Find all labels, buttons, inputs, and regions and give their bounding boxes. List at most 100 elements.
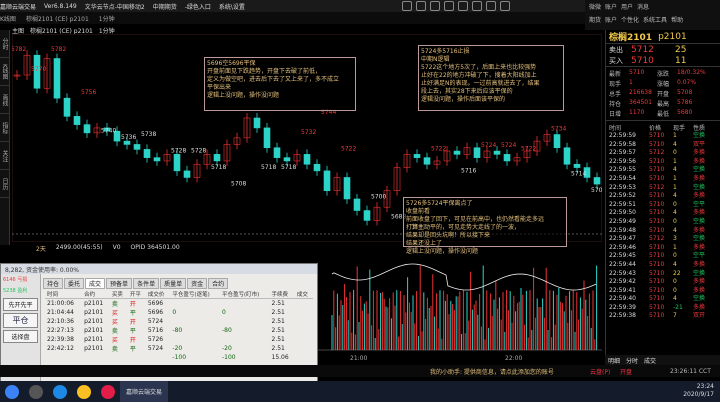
table-row[interactable]: 21:04:44 p2101 买 平 5696 0 0 2.51 — [45, 308, 313, 317]
candle-body — [323, 170, 331, 191]
select-board-button[interactable]: 选择盘 — [3, 330, 38, 343]
app-icon[interactable] — [101, 384, 115, 399]
vtab-calendar[interactable]: 日历 — [0, 170, 9, 198]
note-trade-1[interactable]: 5696空5696平保 开盘前面见下跌趋势，开盘下去破了前低， 定义为做空吧，进… — [204, 57, 356, 111]
tick-cell: 0 — [673, 286, 677, 294]
menu-help[interactable]: 帮助 — [671, 15, 683, 24]
menu-entry[interactable]: -绿色入口 — [185, 2, 211, 11]
table-row[interactable]: 22:10:36 p2101 买 开 5724 2.51 — [45, 317, 313, 326]
table-cell: 5696 — [147, 309, 164, 316]
fills-col-header[interactable]: 手续费 — [269, 290, 295, 299]
fills-col-header[interactable]: 合约 — [82, 290, 110, 299]
menu-user[interactable]: 用户 — [621, 2, 633, 11]
note-trade-2[interactable]: 5724多5716止损 中期N逻辑 5722这个地方5次了，后面上来也比较强势 … — [418, 45, 564, 111]
arrow-tool-icon[interactable] — [458, 1, 468, 11]
fills-col-header[interactable]: 开平 — [127, 290, 146, 299]
taskbar-active-app[interactable]: 嘉顺云端交易 — [120, 381, 169, 402]
table-cell: p2101 — [84, 300, 104, 307]
tab-fills[interactable]: 成交 — [85, 278, 106, 289]
tab-orders[interactable]: 委托 — [64, 278, 85, 289]
candle-body — [453, 150, 461, 155]
tab-detail[interactable]: 明细 — [608, 356, 620, 365]
vtab-timeshare[interactable]: 分时 — [0, 30, 9, 58]
table-row[interactable]: 22:42:12 p2101 卖 平 5724 -20 -20 2.51 — [45, 344, 313, 353]
lock-tool-icon[interactable] — [500, 1, 510, 11]
table-cell — [295, 344, 313, 353]
tab-timeshare[interactable]: 分时 — [626, 356, 638, 365]
tick-cell: -21 — [673, 303, 683, 311]
tick-cell: 空换 — [693, 235, 706, 243]
menu-account2[interactable]: 账户 — [605, 15, 617, 24]
text-tool-icon[interactable] — [444, 1, 454, 11]
circle-tool-icon[interactable] — [430, 1, 440, 11]
fills-col-header[interactable]: 成交价 — [145, 290, 171, 299]
tab-quality[interactable]: 质量单 — [160, 278, 187, 289]
chart-info-bar: 2天 2499.00(45:55) V0 OPID 364501.00 — [36, 244, 180, 253]
tick-cell: 4 — [673, 140, 677, 148]
fills-col-header[interactable]: 时间 — [45, 290, 83, 299]
tab-contracts[interactable]: 合约 — [208, 278, 229, 289]
os-taskbar: 嘉顺云端交易 23:24 2020/9/17 — [0, 381, 720, 402]
vtab-draw[interactable]: 画线 — [0, 86, 9, 114]
folder-icon[interactable] — [77, 384, 91, 399]
menu-tools[interactable]: 系统工具 — [643, 15, 667, 24]
tab-prepare[interactable]: 预备单 — [106, 278, 133, 289]
fib-tool-icon[interactable] — [472, 1, 482, 11]
menu-weiwei[interactable]: 微微 — [589, 2, 601, 11]
vtab-indicator[interactable]: 指标 — [0, 114, 9, 142]
table-cell: 开 — [129, 301, 136, 308]
fills-col-header[interactable]: 买卖 — [109, 290, 128, 299]
open-market-button[interactable]: 开盘 — [620, 367, 632, 376]
cloud-disk-button[interactable]: 云盘(P) — [590, 367, 610, 376]
tick-cell: 1 — [673, 157, 677, 165]
fills-col-header[interactable]: 成交 — [294, 290, 313, 299]
tab-position[interactable]: 持仓 — [43, 278, 64, 289]
tick-cell: 5712 — [649, 235, 665, 243]
fills-col-header[interactable]: 平仓盈亏(逐笔) — [170, 290, 220, 299]
menu-message[interactable]: 消息 — [637, 2, 649, 11]
delete-tool-icon[interactable] — [486, 1, 496, 11]
table-cell: 2.51 — [271, 309, 285, 316]
tab-funds[interactable]: 资金 — [187, 278, 208, 289]
start-icon[interactable] — [5, 384, 19, 399]
sell-row[interactable]: 卖出 5712 25 — [606, 44, 720, 55]
tick-list[interactable]: 22:59:59 5710 1 空换 22:59:58 5710 4 双平 22:59:57 57… — [606, 132, 720, 321]
menu-personal[interactable]: 个性化 — [621, 15, 639, 24]
menu-account[interactable]: 账户 — [605, 2, 617, 11]
fills-col-header[interactable]: 平仓盈亏(盯市) — [219, 290, 270, 299]
table-row[interactable]: 22:39:38 p2101 买 开 5726 2.51 — [45, 335, 313, 344]
tick-cell: 4 — [673, 192, 677, 200]
assistant-message[interactable]: 我的小助手: 提供商信息，请点此添加您的账号 — [430, 367, 554, 376]
line-tool-icon[interactable] — [402, 1, 412, 11]
table-row[interactable]: 21:00:06 p2101 卖 开 5696 2.51 — [45, 299, 313, 309]
period-label[interactable]: 1分钟 — [99, 14, 115, 23]
tick-cell: 22:59:59 — [609, 132, 636, 139]
quote-stat-4-1: 1170 — [629, 109, 645, 116]
search-icon[interactable] — [29, 384, 43, 399]
vtab-watch[interactable]: 关注 — [0, 142, 9, 170]
tick-cell: 0 — [673, 252, 677, 260]
contract-label[interactable]: 棕榈2101 (CE) p2101 — [26, 14, 89, 23]
note-trade-3[interactable]: 5726多5724平保离点了 收盘前看 前面收盘了回下，可见在前高中，也仍然看能… — [403, 197, 567, 255]
table-row[interactable]: -100 -100 15.06 — [45, 353, 313, 362]
first-open-first-close-button[interactable]: 先开先平 — [3, 298, 38, 311]
tab-deals[interactable]: 成交 — [644, 356, 656, 365]
tab-conditional[interactable]: 条件单 — [133, 278, 160, 289]
vtab-kline[interactable]: K线图 — [0, 58, 9, 86]
buy-row[interactable]: 买入 5710 11 — [606, 55, 720, 66]
quote-stat-1-0: 现手 — [609, 81, 622, 88]
close-position-button[interactable]: 平仓 — [3, 313, 38, 328]
browser-icon[interactable] — [53, 384, 67, 399]
menu-server[interactable]: 文华云节点-中国移动2 — [85, 2, 145, 11]
tick-cell: 5710 — [649, 243, 665, 251]
quote-stat-2-2: 开盘 — [657, 91, 670, 98]
table-row[interactable]: 22:27:13 p2101 卖 平 5716 -80 -80 2.51 — [45, 326, 313, 335]
kline-tab[interactable]: K线图 — [0, 14, 16, 23]
menu-settings[interactable]: 系统\设置 — [219, 2, 245, 11]
quote-stat-3-0: 持仓 — [609, 101, 622, 108]
menu-broker[interactable]: 中期期货 — [153, 2, 177, 11]
table-cell — [220, 299, 270, 309]
rect-tool-icon[interactable] — [416, 1, 426, 11]
menu-futures[interactable]: 期货 — [589, 15, 601, 24]
tick-cell: 5710 — [649, 286, 665, 294]
